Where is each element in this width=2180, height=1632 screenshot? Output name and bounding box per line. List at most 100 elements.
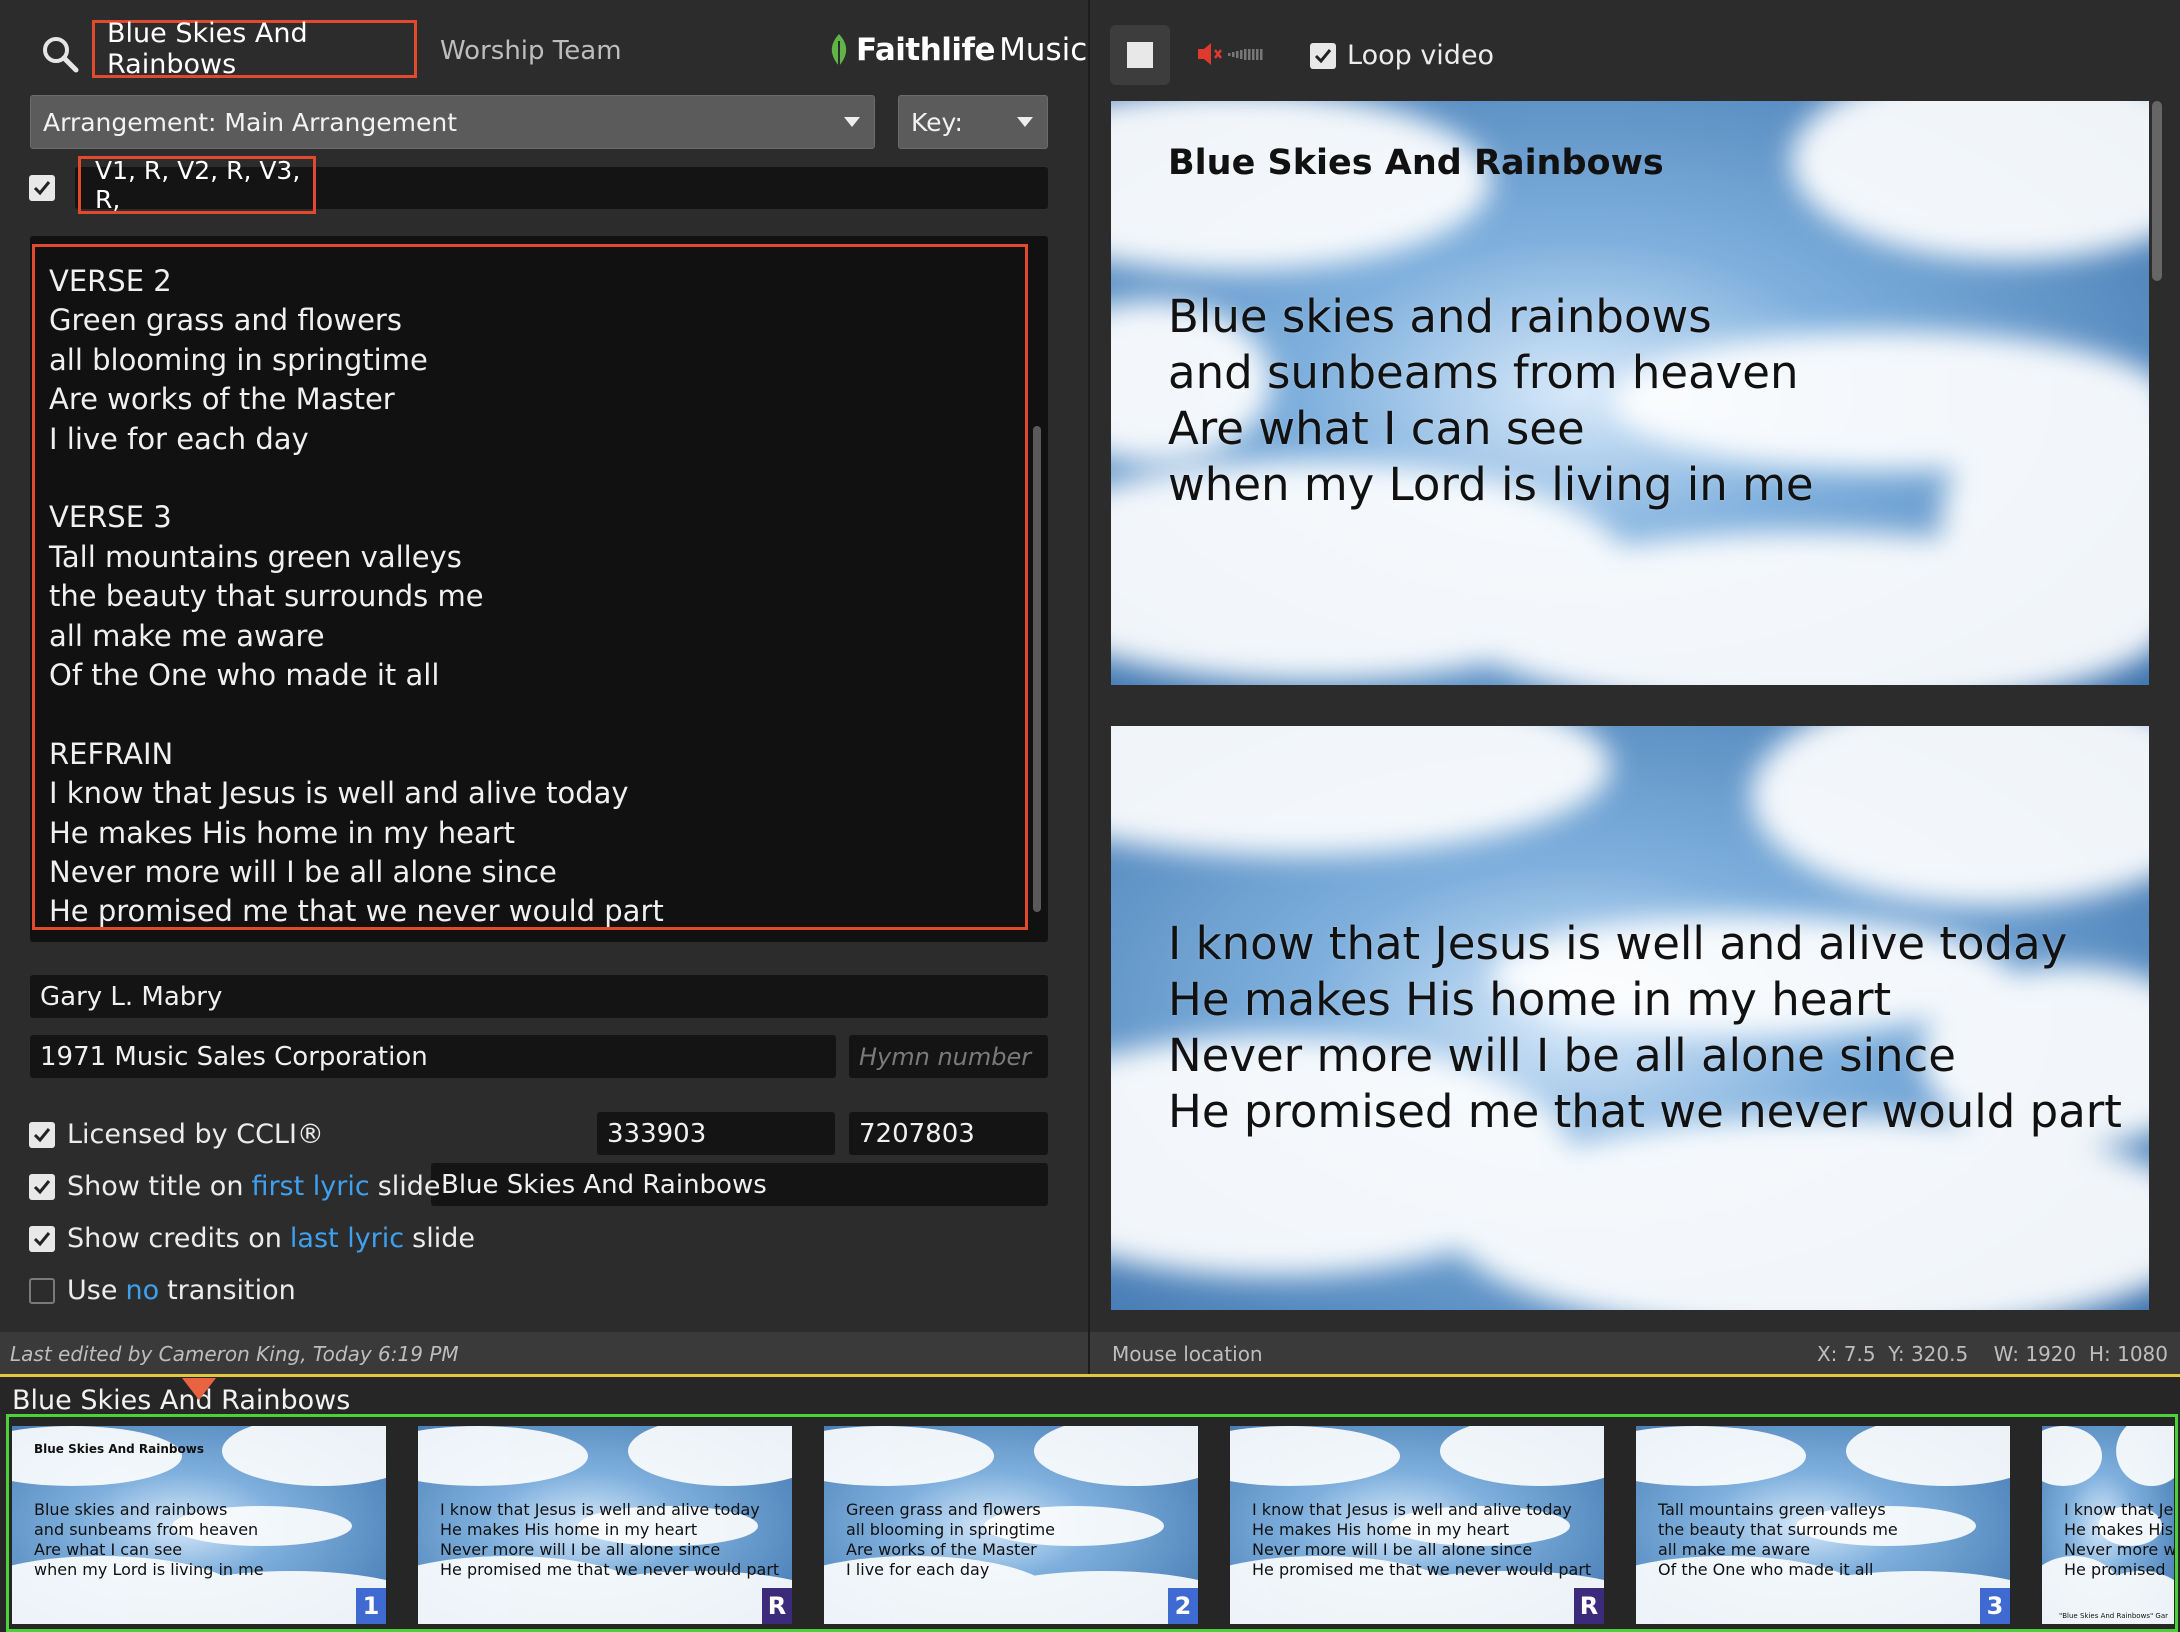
transition-checkbox[interactable] xyxy=(29,1277,55,1304)
show-credits-suffix: slide xyxy=(412,1223,475,1254)
mouse-location-label: Mouse location xyxy=(1112,1342,1263,1366)
thumbnail-lyric-line: I know that Jesus is well and alive toda… xyxy=(440,1500,760,1519)
thumbnail-lyrics: I know that Jesus is well and alive toda… xyxy=(440,1500,779,1580)
preview-lyric-line: when my Lord is living in me xyxy=(1168,458,1814,511)
thumbnail-lyric-line: Are what I can see xyxy=(34,1540,183,1559)
preview-lyric-line: and sunbeams from heaven xyxy=(1168,346,1799,399)
checkmark-icon xyxy=(33,1179,51,1194)
stop-button[interactable] xyxy=(1110,25,1170,85)
thumbnail-lyric-line: Of the One who made it all xyxy=(1658,1560,1874,1579)
show-title-suffix: slide xyxy=(377,1171,441,1202)
thumbnail-lyric-line: Never more w xyxy=(2064,1540,2174,1559)
thumbnail-lyrics: Tall mountains green valleys the beauty t… xyxy=(1658,1500,1898,1580)
slide-thumbnail[interactable]: Tall mountains green valleys the beauty t… xyxy=(1636,1426,2010,1624)
slide-thumbnail[interactable]: I know that Jesus is well and alive toda… xyxy=(1230,1426,1604,1624)
mouse-coordinates: X: 7.5 Y: 320.5 W: 1920 H: 1080 xyxy=(1816,1342,2168,1366)
key-dropdown[interactable]: Key: xyxy=(898,95,1048,149)
show-credits-checkbox[interactable] xyxy=(29,1225,55,1252)
thumbnail-lyric-line: Are works of the Master xyxy=(846,1540,1037,1559)
leaf-icon xyxy=(831,34,847,66)
stanza-label: VERSE 3 xyxy=(49,500,172,535)
checkmark-icon xyxy=(33,1127,51,1142)
show-title-checkbox[interactable] xyxy=(29,1173,55,1200)
thumbnail-lyric-line: I know that Jesus is well and alive toda… xyxy=(1252,1500,1572,1519)
stop-icon xyxy=(1127,42,1153,68)
muted-speaker-icon[interactable] xyxy=(1196,40,1276,68)
lyric-line: the beauty that surrounds me xyxy=(49,579,484,614)
thumbnail-lyric-line: all make me aware xyxy=(1658,1540,1811,1559)
preview-lyric-line: He promised me that we never would part xyxy=(1168,1085,2122,1138)
slide-thumbnail[interactable]: I know that Jesus is well and alive toda… xyxy=(418,1426,792,1624)
thumbnail-lyric-line: when my Lord is living in me xyxy=(34,1560,264,1579)
last-lyric-link[interactable]: last lyric xyxy=(290,1223,404,1254)
lyric-line: I live for each day xyxy=(49,421,309,456)
preview-slide-lyrics: I know that Jesus is well and alive toda… xyxy=(1168,916,2122,1140)
transition-label: Use xyxy=(67,1275,118,1306)
lyric-line: Of the One who made it all xyxy=(49,658,440,693)
preview-slide-current[interactable]: Blue Skies And Rainbows Blue skies and r… xyxy=(1111,101,2149,685)
lyric-line: Tall mountains green valleys xyxy=(49,539,462,574)
preview-lyric-line: I know that Jesus is well and alive toda… xyxy=(1168,917,2068,970)
thumbnail-lyric-line: Never more will I be all alone since xyxy=(1252,1540,1533,1559)
ccli-label: Licensed by CCLI® xyxy=(67,1119,324,1150)
section-badge: 3 xyxy=(1980,1588,2010,1624)
transition-link[interactable]: no xyxy=(125,1275,159,1306)
thumbnail-lyric-line: I live for each day xyxy=(846,1560,990,1579)
faithlife-music-logo: Faithlife Music xyxy=(828,30,1087,70)
preview-scrollbar[interactable] xyxy=(2152,101,2162,281)
song-title-input[interactable]: Blue Skies And Rainbows xyxy=(92,18,417,80)
ccli-license-field[interactable]: 7207803 xyxy=(849,1112,1048,1155)
checkmark-icon xyxy=(33,1231,51,1246)
song-order-input[interactable]: V1, R, V2, R, V3, R, xyxy=(78,156,316,214)
thumbnail-lyric-line: He promised xyxy=(2064,1560,2166,1579)
section-badge: 1 xyxy=(356,1588,386,1624)
hymn-number-field[interactable]: Hymn number xyxy=(849,1035,1048,1078)
thumbnail-title: Blue Skies And Rainbows xyxy=(34,1442,204,1456)
show-title-option: Show title on first lyric slide xyxy=(29,1171,441,1202)
preview-slide-next[interactable]: I know that Jesus is well and alive toda… xyxy=(1111,726,2149,1310)
author-field[interactable]: Gary L. Mabry xyxy=(30,975,1048,1018)
mouse-status-bar: Mouse location X: 7.5 Y: 320.5 W: 1920 H… xyxy=(1090,1332,2180,1374)
last-edited-status: Last edited by Cameron King, Today 6:19 … xyxy=(0,1332,1088,1374)
lyrics-editor[interactable]: VERSE 2 Green grass and flowers all bloomi… xyxy=(32,244,1028,930)
show-title-field[interactable]: Blue Skies And Rainbows xyxy=(431,1163,1048,1206)
preview-lyric-line: Are what I can see xyxy=(1168,402,1585,455)
lyric-line: all make me aware xyxy=(49,618,325,653)
thumbnail-lyrics: I know that Jesus is well and alive toda… xyxy=(1252,1500,1591,1580)
lyrics-scrollbar[interactable] xyxy=(1033,426,1041,912)
lyric-stanza: REFRAIN I know that Jesus is well and ali… xyxy=(49,735,1025,932)
preview-lyric-line: Never more will I be all alone since xyxy=(1168,1029,1956,1082)
order-checkbox[interactable] xyxy=(29,175,55,201)
chevron-down-icon xyxy=(1017,117,1033,127)
copyright-field[interactable]: 1971 Music Sales Corporation xyxy=(30,1035,836,1078)
lyric-line: Never more will I be all alone since xyxy=(49,855,557,890)
thumbnail-lyric-line: He promised me that we never would part xyxy=(440,1560,780,1579)
team-name[interactable]: Worship Team xyxy=(440,36,622,66)
arrangement-dropdown[interactable]: Arrangement: Main Arrangement xyxy=(30,95,875,149)
playhead-marker[interactable] xyxy=(182,1378,216,1400)
section-badge: 2 xyxy=(1168,1588,1198,1624)
first-lyric-link[interactable]: first lyric xyxy=(251,1171,369,1202)
thumbnail-lyric-line: and sunbeams from heaven xyxy=(34,1520,259,1539)
loop-video-checkbox[interactable] xyxy=(1310,43,1336,69)
transition-suffix: transition xyxy=(167,1275,296,1306)
thumbnail-lyric-line: the beauty that surrounds me xyxy=(1658,1520,1898,1539)
preview-lyric-line: He makes His home in my heart xyxy=(1168,973,1892,1026)
show-title-label: Show title on xyxy=(67,1171,244,1202)
ccli-song-number-field[interactable]: 333903 xyxy=(597,1112,835,1155)
slide-thumbnail[interactable]: Green grass and flowers all blooming in s… xyxy=(824,1426,1198,1624)
thumbnail-lyrics: Green grass and flowers all blooming in s… xyxy=(846,1500,1055,1580)
lyric-line: He makes His home in my heart xyxy=(49,815,516,850)
thumbnail-lyric-line: He makes His home in my heart xyxy=(1252,1520,1510,1539)
lyric-stanza: VERSE 2 Green grass and flowers all bloomi… xyxy=(49,262,1025,459)
thumbnail-lyric-line: all blooming in springtime xyxy=(846,1520,1056,1539)
lyric-line: Are works of the Master xyxy=(49,382,395,417)
thumbnail-lyric-line: Never more will I be all alone since xyxy=(440,1540,721,1559)
thumbnail-lyrics: I know that Je He makes His Never more w He… xyxy=(2064,1500,2174,1580)
slide-thumbnail[interactable]: Blue Skies And Rainbows Blue skies and ra… xyxy=(12,1426,386,1624)
show-credits-option: Show credits on last lyric slide xyxy=(29,1223,475,1254)
slide-thumbnail[interactable]: I know that Je He makes His Never more w He… xyxy=(2042,1426,2174,1624)
search-icon[interactable] xyxy=(40,34,80,74)
ccli-checkbox[interactable] xyxy=(29,1121,55,1148)
thumbnail-lyric-line: He makes His xyxy=(2064,1520,2174,1539)
